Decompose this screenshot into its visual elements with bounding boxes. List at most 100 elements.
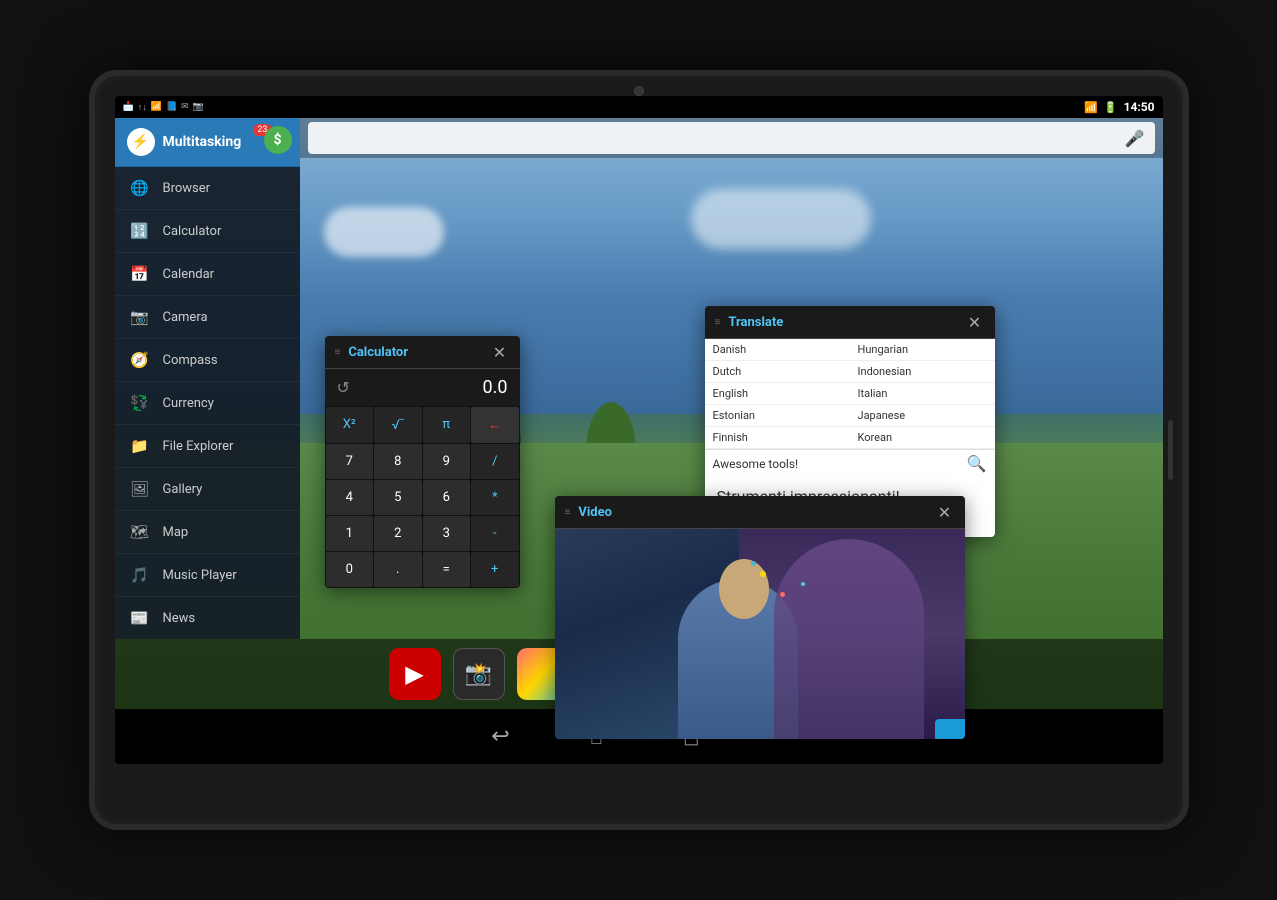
music-icon: 🎵 bbox=[129, 564, 151, 586]
sidebar-title: Multitasking bbox=[163, 134, 242, 150]
calculator-display: ↺ 0.0 bbox=[325, 369, 520, 406]
calc-btn-pi[interactable]: π bbox=[423, 407, 471, 443]
calc-btn-del[interactable]: ← bbox=[471, 407, 519, 443]
status-time: 14:50 bbox=[1124, 100, 1155, 114]
calculator-icon: 🔢 bbox=[129, 220, 151, 242]
sidebar-header[interactable]: ⚡ Multitasking 23 $ bbox=[115, 118, 300, 167]
calendar-icon: 📅 bbox=[129, 263, 151, 285]
lang-japanese[interactable]: Japanese bbox=[850, 405, 995, 427]
calculator-window-header[interactable]: ≡ Calculator ✕ bbox=[325, 336, 520, 369]
lang-hungarian[interactable]: Hungarian bbox=[850, 339, 995, 361]
calculator-title: Calculator bbox=[348, 345, 481, 360]
sidebar-item-label: Browser bbox=[163, 181, 211, 196]
sidebar-item-label: Calendar bbox=[163, 267, 215, 282]
sidebar-item-music-player[interactable]: 🎵 Music Player bbox=[115, 554, 300, 597]
currency-icon: 💱 bbox=[129, 392, 151, 414]
compass-icon: 🧭 bbox=[129, 349, 151, 371]
back-button[interactable]: ↩ bbox=[491, 724, 509, 749]
calc-btn-3[interactable]: 3 bbox=[423, 516, 471, 551]
calc-btn-9[interactable]: 9 bbox=[423, 444, 471, 479]
translate-title: Translate bbox=[728, 315, 956, 330]
sidebar-item-label: News bbox=[163, 611, 196, 626]
translate-search-row[interactable]: Awesome tools! 🔍 bbox=[705, 449, 995, 477]
sidebar-item-file-explorer[interactable]: 📁 File Explorer bbox=[115, 425, 300, 468]
translate-input-field[interactable]: Awesome tools! bbox=[713, 457, 967, 471]
status-bar-left: 📩 ↑↓ 📶 📘 ✉ 📷 bbox=[123, 102, 204, 113]
lang-estonian[interactable]: Estonian bbox=[705, 405, 850, 427]
calc-btn-x2[interactable]: X² bbox=[326, 407, 374, 443]
video-close-button[interactable]: ✕ bbox=[935, 502, 955, 522]
search-bar[interactable]: 🎤 bbox=[308, 122, 1155, 154]
sidebar-item-label: Map bbox=[163, 525, 189, 540]
calc-btn-add[interactable]: + bbox=[471, 552, 519, 587]
video-title: Video bbox=[578, 505, 926, 520]
wifi-icon: 📶 bbox=[1084, 101, 1098, 114]
calc-btn-7[interactable]: 7 bbox=[326, 444, 374, 479]
translate-search-icon[interactable]: 🔍 bbox=[967, 454, 987, 473]
lang-finnish[interactable]: Finnish bbox=[705, 427, 850, 449]
calc-refresh-icon: ↺ bbox=[337, 378, 350, 397]
calc-btn-0[interactable]: 0 bbox=[326, 552, 374, 587]
sidebar-item-label: Currency bbox=[163, 396, 214, 411]
search-bar-container: 🎤 bbox=[300, 118, 1163, 158]
sidebar-item-camera[interactable]: 📷 Camera bbox=[115, 296, 300, 339]
calc-btn-2[interactable]: 2 bbox=[374, 516, 422, 551]
calc-btn-1[interactable]: 1 bbox=[326, 516, 374, 551]
sidebar-item-browser[interactable]: 🌐 Browser bbox=[115, 167, 300, 210]
calculator-close-button[interactable]: ✕ bbox=[490, 342, 510, 362]
sidebar-item-news[interactable]: 📰 News bbox=[115, 597, 300, 639]
calc-btn-sqrt[interactable]: √‾ bbox=[374, 407, 422, 443]
mic-icon[interactable]: 🎤 bbox=[1125, 129, 1145, 148]
camera-dot bbox=[634, 86, 644, 96]
sidebar-item-label: File Explorer bbox=[163, 439, 234, 454]
sidebar-item-gallery[interactable]: 🖼 Gallery bbox=[115, 468, 300, 511]
battery-icon: 🔋 bbox=[1104, 101, 1118, 114]
sidebar-item-label: Calculator bbox=[163, 224, 222, 239]
camera-icon: 📷 bbox=[129, 306, 151, 328]
calculator-keypad: X² √‾ π ← 7 8 9 / 4 5 6 * 1 2 3 - 0 . = … bbox=[325, 406, 520, 588]
dock-youtube[interactable]: ▶ bbox=[389, 648, 441, 700]
video-window-header[interactable]: ≡ Video ✕ bbox=[555, 496, 965, 529]
calc-btn-6[interactable]: 6 bbox=[423, 480, 471, 515]
sidebar-item-label: Camera bbox=[163, 310, 208, 325]
news-icon: 📰 bbox=[129, 607, 151, 629]
dock-camera[interactable]: 📸 bbox=[453, 648, 505, 700]
sidebar: ⚡ Multitasking 23 $ 🌐 Browser 🔢 Calculat… bbox=[115, 118, 300, 639]
video-drag-icon: ≡ bbox=[565, 507, 571, 518]
sidebar-item-compass[interactable]: 🧭 Compass bbox=[115, 339, 300, 382]
sidebar-item-calendar[interactable]: 📅 Calendar bbox=[115, 253, 300, 296]
lang-english[interactable]: English bbox=[705, 383, 850, 405]
video-content[interactable] bbox=[555, 529, 965, 739]
calc-btn-5[interactable]: 5 bbox=[374, 480, 422, 515]
calc-btn-divide[interactable]: / bbox=[471, 444, 519, 479]
status-bar-right: 📶 🔋 14:50 bbox=[1084, 100, 1154, 114]
translate-language-grid: Danish Hungarian Dutch Indonesian Englis… bbox=[705, 339, 995, 449]
lang-korean[interactable]: Korean bbox=[850, 427, 995, 449]
calculator-value: 0.0 bbox=[358, 377, 508, 398]
lang-dutch[interactable]: Dutch bbox=[705, 361, 850, 383]
drag-handle-icon: ≡ bbox=[335, 347, 341, 358]
file-explorer-icon: 📁 bbox=[129, 435, 151, 457]
calc-btn-decimal[interactable]: . bbox=[374, 552, 422, 587]
lang-indonesian[interactable]: Indonesian bbox=[850, 361, 995, 383]
sidebar-item-map[interactable]: 🗺 Map bbox=[115, 511, 300, 554]
calc-btn-8[interactable]: 8 bbox=[374, 444, 422, 479]
gallery-icon: 🖼 bbox=[129, 478, 151, 500]
translate-window-header[interactable]: ≡ Translate ✕ bbox=[705, 306, 995, 339]
calc-btn-equals[interactable]: = bbox=[423, 552, 471, 587]
translate-close-button[interactable]: ✕ bbox=[965, 312, 985, 332]
status-bar: 📩 ↑↓ 📶 📘 ✉ 📷 📶 🔋 14:50 bbox=[115, 96, 1163, 118]
lang-danish[interactable]: Danish bbox=[705, 339, 850, 361]
sidebar-item-calculator[interactable]: 🔢 Calculator bbox=[115, 210, 300, 253]
lang-italian[interactable]: Italian bbox=[850, 383, 995, 405]
calc-btn-4[interactable]: 4 bbox=[326, 480, 374, 515]
speaker-grille bbox=[1168, 420, 1173, 480]
map-icon: 🗺 bbox=[129, 521, 151, 543]
video-window: ≡ Video ✕ bbox=[555, 496, 965, 739]
tablet-frame: 📩 ↑↓ 📶 📘 ✉ 📷 📶 🔋 14:50 bbox=[89, 70, 1189, 830]
calculator-window: ≡ Calculator ✕ ↺ 0.0 X² √‾ π ← 7 8 9 / 4… bbox=[325, 336, 520, 588]
sidebar-item-label: Gallery bbox=[163, 482, 203, 497]
calc-btn-subtract[interactable]: - bbox=[471, 516, 519, 551]
sidebar-item-currency[interactable]: 💱 Currency bbox=[115, 382, 300, 425]
calc-btn-multiply[interactable]: * bbox=[471, 480, 519, 515]
